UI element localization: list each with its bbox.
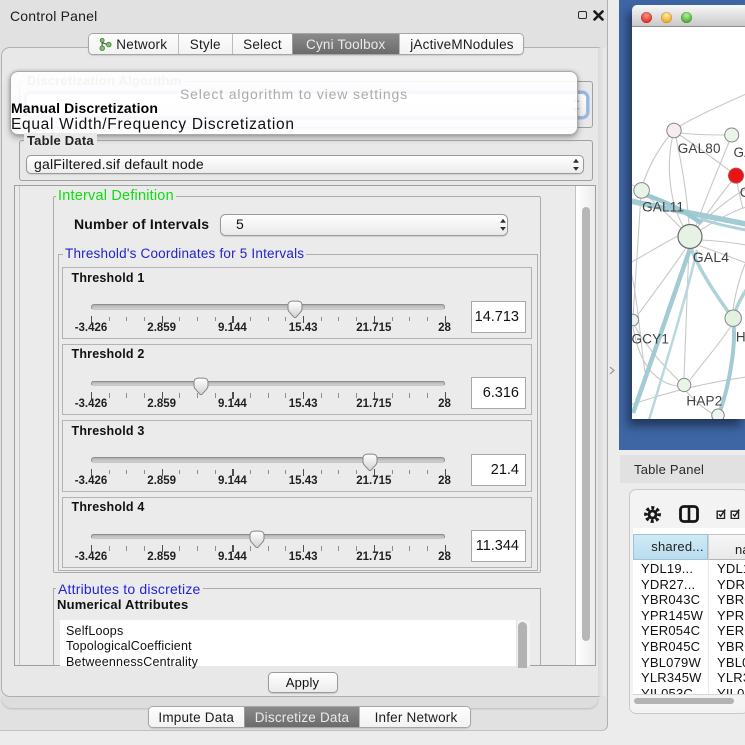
svg-text:HAP2: HAP2: [686, 394, 722, 409]
svg-text:GAL4: GAL4: [693, 249, 730, 265]
svg-text:GAL11: GAL11: [642, 200, 684, 215]
svg-text:C: C: [740, 185, 745, 200]
svg-text:GAL80: GAL80: [678, 141, 721, 156]
svg-text:H: H: [736, 330, 745, 345]
svg-text:GCY1: GCY1: [632, 332, 669, 347]
svg-text:GA: GA: [734, 145, 745, 160]
